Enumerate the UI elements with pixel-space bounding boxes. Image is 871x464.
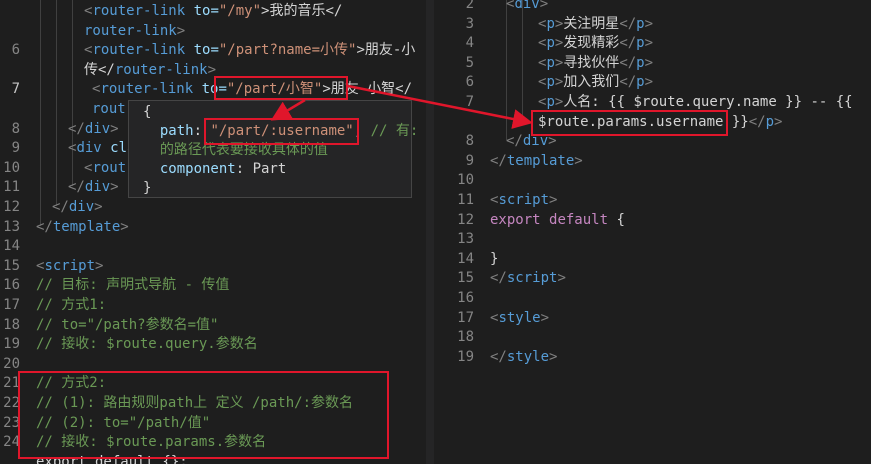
arrow-to-path-definition — [270, 98, 306, 121]
annotation-arrows — [270, 84, 533, 129]
arrow-to-params-username — [347, 84, 533, 129]
